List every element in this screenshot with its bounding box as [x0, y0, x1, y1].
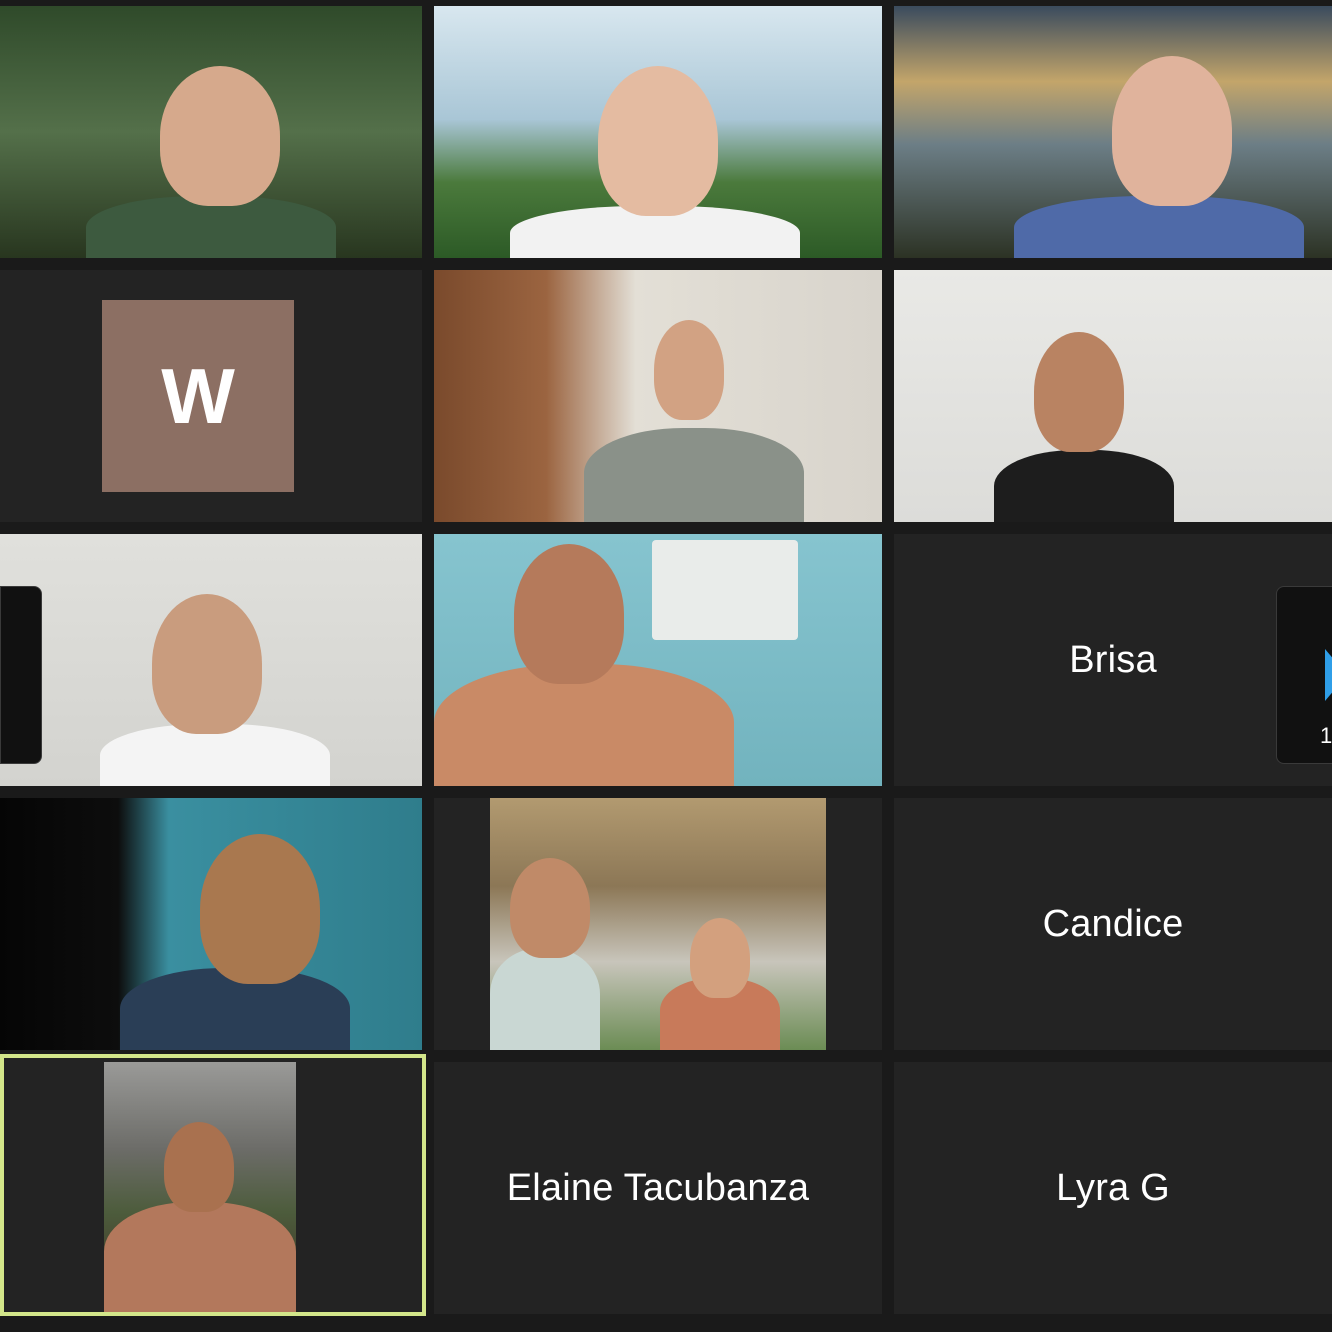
active-speaker-tile[interactable] [0, 1054, 426, 1316]
participant-video [0, 798, 422, 1050]
participant-face [164, 1122, 234, 1212]
participant-face [514, 544, 624, 684]
participant-face [510, 858, 590, 958]
participant-video [0, 6, 422, 258]
previous-page-button[interactable] [0, 586, 42, 764]
participant-tile[interactable]: Candice [894, 798, 1332, 1050]
participant-face [690, 918, 750, 998]
participant-face [152, 594, 262, 734]
participant-tile[interactable] [0, 534, 422, 786]
participant-face [598, 66, 718, 216]
participant-name: Candice [1042, 902, 1184, 945]
participant-body [490, 948, 600, 1050]
participant-body [994, 450, 1174, 522]
avatar: W [102, 300, 294, 492]
participant-face [160, 66, 280, 206]
participant-name: Elaine Tacubanza [506, 1166, 810, 1209]
participant-video [434, 270, 882, 522]
participant-tile[interactable] [894, 270, 1332, 522]
participant-video [490, 798, 826, 1050]
participant-name: Lyra G [1056, 1166, 1170, 1209]
participant-tile[interactable] [894, 6, 1332, 258]
gallery-grid: W Brisa Candice Elaine Tacubanza Lyra G … [0, 0, 1332, 1332]
participant-face [1034, 332, 1124, 452]
participant-tile[interactable]: Brisa [894, 534, 1332, 786]
participant-tile[interactable]: Elaine Tacubanza [434, 1062, 882, 1314]
participant-tile[interactable]: W [0, 270, 422, 522]
participant-video [434, 6, 882, 258]
participant-video [894, 270, 1332, 522]
participant-face [1112, 56, 1232, 206]
participant-face [654, 320, 724, 420]
participant-video [434, 534, 882, 786]
participant-body [584, 428, 804, 522]
participant-video [894, 6, 1332, 258]
air-conditioner [652, 540, 798, 640]
participant-tile[interactable] [0, 6, 422, 258]
participant-tile[interactable] [434, 798, 882, 1050]
participant-tile[interactable] [0, 798, 422, 1050]
participant-tile[interactable] [434, 270, 882, 522]
participant-tile[interactable] [434, 534, 882, 786]
participant-face [200, 834, 320, 984]
participant-video [0, 534, 422, 786]
participant-tile[interactable] [434, 6, 882, 258]
next-page-button[interactable]: 1/ [1276, 586, 1332, 764]
avatar-letter: W [161, 351, 235, 440]
participant-body [104, 1202, 296, 1312]
participant-video [104, 1062, 296, 1312]
participant-tile[interactable]: Lyra G [894, 1062, 1332, 1314]
participant-name: Brisa [1069, 638, 1157, 681]
next-arrow-icon [1325, 649, 1332, 701]
page-indicator: 1/ [1320, 723, 1332, 748]
